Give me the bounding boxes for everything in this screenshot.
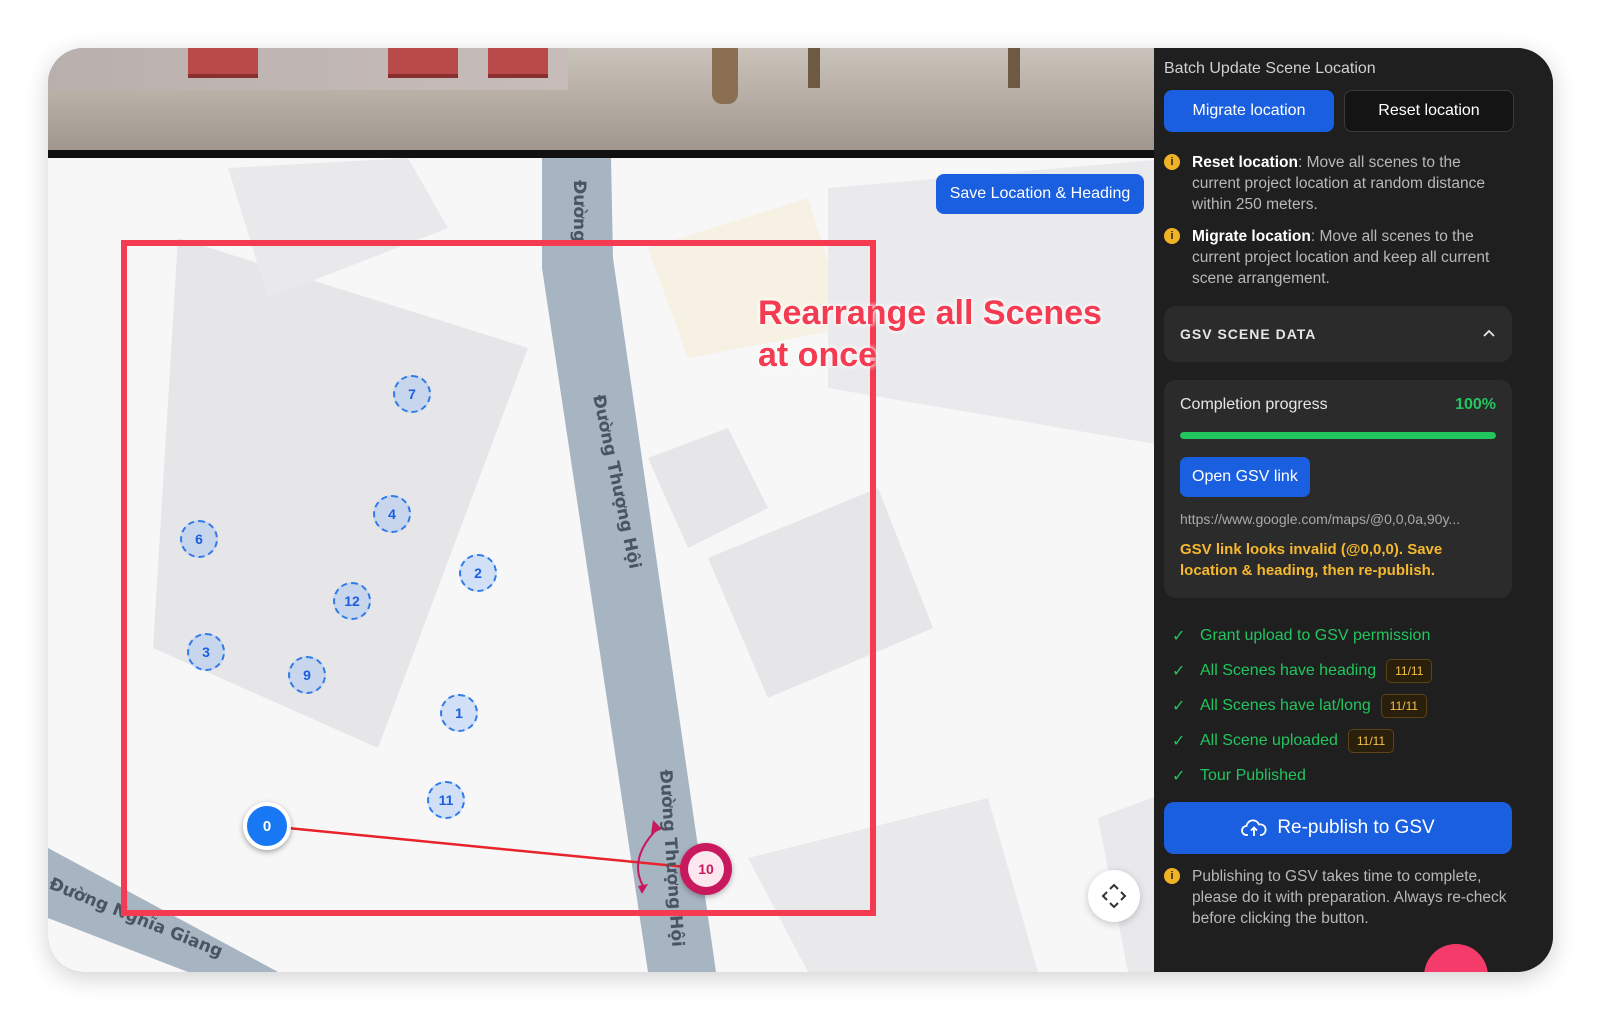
republish-gsv-button[interactable]: Re-publish to GSV <box>1164 802 1512 854</box>
chat-launcher-icon[interactable] <box>1424 944 1488 972</box>
check-label: Grant upload to GSV permission <box>1200 626 1431 644</box>
progress-value: 100% <box>1455 396 1496 413</box>
check-label: All Scene uploaded <box>1200 731 1338 749</box>
check-item: ✓ Tour Published <box>1172 758 1512 793</box>
check-item: ✓ All Scenes have heading 11/11 <box>1172 653 1512 688</box>
batch-update-panel: Batch Update Scene Location Migrate loca… <box>1154 48 1553 972</box>
map-canvas[interactable]: Đường Đường Thượng Hội Đường Thượng Hội … <box>48 158 1178 972</box>
gsv-warning: GSV link looks invalid (@0,0,0). Save lo… <box>1180 541 1443 579</box>
progress-bar-fill <box>1180 432 1496 439</box>
count-badge: 11/11 <box>1386 658 1433 683</box>
check-label: All Scenes have lat/long <box>1200 696 1371 714</box>
street-view-photo[interactable] <box>48 48 1178 158</box>
check-item: ✓ All Scenes have lat/long 11/11 <box>1172 688 1512 723</box>
scene-marker[interactable]: 3 <box>187 633 225 671</box>
migrate-location-button[interactable]: Migrate location <box>1164 90 1334 132</box>
section-title: GSV SCENE DATA <box>1180 326 1317 342</box>
recenter-button[interactable] <box>1088 870 1140 922</box>
scene-marker-active-label: 10 <box>688 851 724 887</box>
publish-note-text: Publishing to GSV takes time to complete… <box>1192 868 1507 927</box>
scene-marker-start[interactable]: 0 <box>243 802 291 850</box>
scene-marker[interactable]: 2 <box>459 554 497 592</box>
check-item: ✓ All Scene uploaded 11/11 <box>1172 723 1512 758</box>
scene-marker[interactable]: 9 <box>288 656 326 694</box>
gsv-section-toggle[interactable]: GSV SCENE DATA <box>1164 306 1512 362</box>
count-badge: 11/11 <box>1380 693 1428 718</box>
gsv-progress-card: Completion progress 100% Open GSV link h… <box>1164 380 1512 598</box>
publish-note: i Publishing to GSV takes time to comple… <box>1164 866 1519 929</box>
scene-marker[interactable]: 12 <box>333 582 371 620</box>
tree-trunk <box>1008 48 1020 88</box>
app-window: Đường Đường Thượng Hội Đường Thượng Hội … <box>48 48 1553 972</box>
check-icon: ✓ <box>1172 767 1186 785</box>
street-label-top: Đường <box>569 180 589 242</box>
scene-marker[interactable]: 6 <box>180 520 218 558</box>
open-gsv-link-button[interactable]: Open GSV link <box>1180 457 1310 497</box>
scene-marker[interactable]: 11 <box>427 781 465 819</box>
info-reset: i Reset location: Move all scenes to the… <box>1164 152 1509 215</box>
republish-label: Re-publish to GSV <box>1277 817 1435 838</box>
scene-marker[interactable]: 4 <box>373 495 411 533</box>
map-area: Đường Đường Thượng Hội Đường Thượng Hội … <box>48 48 1178 972</box>
info-icon: i <box>1164 868 1180 884</box>
check-icon: ✓ <box>1172 732 1186 750</box>
info-migrate-title: Migrate location <box>1192 228 1311 245</box>
check-item: ✓ Grant upload to GSV permission <box>1172 618 1512 653</box>
check-label: All Scenes have heading <box>1200 661 1377 679</box>
annotation-text: Rearrange all Scenes at once <box>758 294 1102 374</box>
red-gate <box>488 48 548 78</box>
tree-trunk <box>712 48 738 104</box>
progress-bar <box>1180 432 1496 439</box>
checklist: ✓ Grant upload to GSV permission ✓ All S… <box>1172 618 1512 793</box>
check-label: Tour Published <box>1200 766 1306 784</box>
panel-title: Batch Update Scene Location <box>1164 60 1376 77</box>
tree-trunk <box>808 48 820 88</box>
scene-marker-active[interactable]: 10 <box>680 843 732 895</box>
progress-label: Completion progress <box>1180 396 1328 413</box>
gsv-url[interactable]: https://www.google.com/maps/@0,0,0a,90y.… <box>1180 511 1496 527</box>
chevron-up-icon <box>1483 329 1495 337</box>
info-reset-title: Reset location <box>1192 154 1298 171</box>
save-location-heading-button[interactable]: Save Location & Heading <box>936 174 1144 214</box>
photo-divider <box>48 150 1178 158</box>
check-icon: ✓ <box>1172 627 1186 645</box>
reset-location-button[interactable]: Reset location <box>1344 90 1514 132</box>
info-icon: i <box>1164 154 1180 170</box>
count-badge: 11/11 <box>1347 728 1395 753</box>
recenter-icon <box>1101 883 1127 909</box>
check-icon: ✓ <box>1172 662 1186 680</box>
red-gate <box>188 48 258 78</box>
cloud-upload-icon <box>1241 819 1267 836</box>
check-icon: ✓ <box>1172 697 1186 715</box>
red-gate <box>388 48 458 78</box>
info-icon: i <box>1164 228 1180 244</box>
scene-marker[interactable]: 1 <box>440 694 478 732</box>
scene-marker[interactable]: 7 <box>393 375 431 413</box>
info-migrate: i Migrate location: Move all scenes to t… <box>1164 226 1509 289</box>
